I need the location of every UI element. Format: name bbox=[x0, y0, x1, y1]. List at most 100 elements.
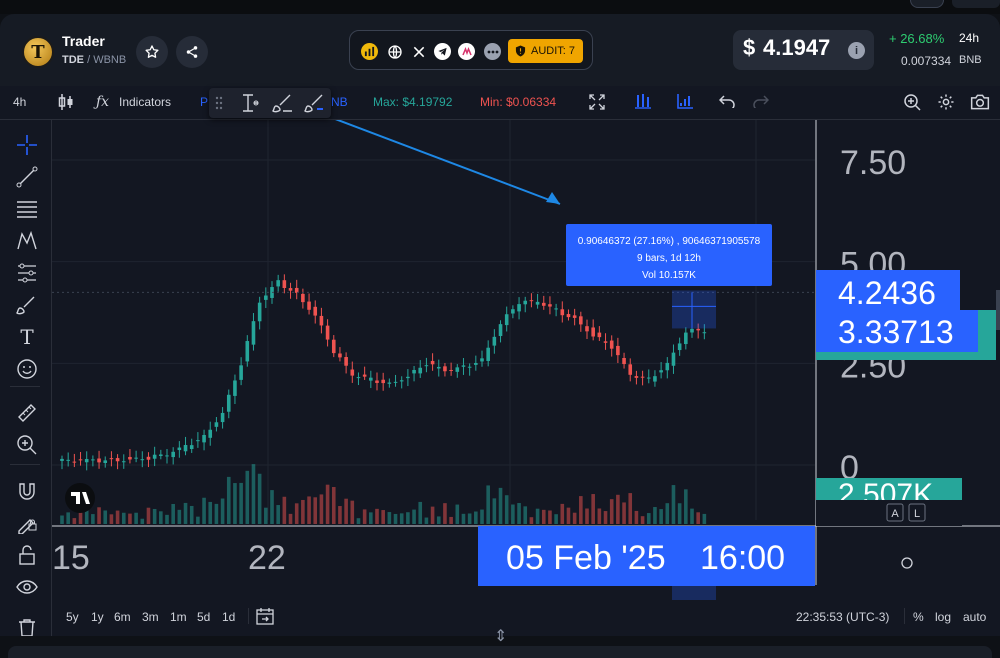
volume-bar bbox=[671, 485, 676, 524]
emoji-icon[interactable] bbox=[16, 358, 38, 380]
candle bbox=[665, 362, 670, 371]
indicators-button[interactable]: Indicators bbox=[119, 95, 171, 109]
auto-toggle[interactable]: auto bbox=[963, 610, 986, 624]
zoom-in-icon[interactable] bbox=[16, 434, 38, 456]
range-5y[interactable]: 5y bbox=[66, 610, 79, 624]
candle bbox=[189, 445, 194, 450]
scale-l-button-label: L bbox=[914, 508, 920, 520]
volume-bar bbox=[146, 507, 151, 524]
candle bbox=[591, 327, 595, 337]
range-1m[interactable]: 1m bbox=[170, 610, 187, 624]
telegram-icon[interactable] bbox=[434, 43, 451, 60]
candle bbox=[585, 326, 589, 332]
candle bbox=[461, 365, 466, 367]
favorite-button[interactable] bbox=[136, 36, 168, 68]
candle bbox=[313, 306, 318, 316]
range-1d[interactable]: 1d bbox=[222, 610, 235, 624]
axis-settings-icon[interactable] bbox=[901, 557, 913, 569]
share-button[interactable] bbox=[176, 36, 208, 68]
candle bbox=[616, 345, 620, 356]
candle bbox=[436, 366, 441, 369]
ruler-icon[interactable] bbox=[16, 402, 38, 424]
candle-type-icon[interactable] bbox=[58, 93, 74, 114]
lock-drawing-icon[interactable] bbox=[16, 512, 38, 534]
dex-icon[interactable] bbox=[458, 43, 475, 60]
volume-bar bbox=[449, 516, 453, 524]
replay-icon[interactable] bbox=[903, 93, 921, 114]
volume-bar bbox=[202, 497, 206, 524]
redo-icon[interactable] bbox=[753, 94, 770, 111]
camera-icon[interactable] bbox=[970, 93, 990, 114]
chart-style-icon[interactable] bbox=[634, 93, 652, 112]
volume-bar bbox=[78, 512, 83, 524]
info-icon[interactable]: i bbox=[848, 42, 865, 59]
log-toggle[interactable]: log bbox=[935, 610, 951, 624]
website-icon[interactable] bbox=[386, 43, 403, 60]
candle bbox=[684, 332, 688, 345]
volume-bar bbox=[233, 483, 237, 524]
date-range-icon[interactable] bbox=[256, 607, 274, 628]
pattern-icon[interactable] bbox=[16, 230, 38, 252]
drawing-toolbar: T bbox=[0, 120, 52, 636]
candle bbox=[264, 295, 268, 300]
indicators-icon[interactable]: ƒx bbox=[96, 94, 109, 110]
volume-bar bbox=[66, 512, 70, 524]
candle bbox=[338, 353, 342, 358]
volume-bar bbox=[214, 503, 219, 524]
candle bbox=[245, 341, 250, 362]
volume-bar bbox=[103, 510, 108, 524]
trash-icon[interactable] bbox=[16, 616, 38, 638]
compare-icon[interactable] bbox=[676, 93, 694, 112]
symbol-partial-right: NB bbox=[331, 95, 348, 109]
volume-bar bbox=[196, 516, 200, 524]
highlighter-icon[interactable] bbox=[303, 93, 325, 118]
volume-bar bbox=[486, 485, 490, 524]
text-cursor-icon[interactable] bbox=[237, 93, 259, 118]
lock-icon[interactable] bbox=[16, 544, 38, 566]
undo-icon[interactable] bbox=[718, 94, 735, 111]
volume-bar bbox=[177, 509, 182, 524]
candle bbox=[251, 321, 256, 345]
text-tool-icon[interactable]: T bbox=[16, 325, 38, 349]
brush-tool-icon[interactable] bbox=[271, 93, 293, 118]
percent-toggle[interactable]: % bbox=[913, 610, 924, 624]
drag-handle-icon[interactable] bbox=[215, 95, 223, 116]
brush-icon[interactable] bbox=[16, 294, 38, 316]
x-twitter-icon[interactable] bbox=[410, 43, 427, 60]
bottom-panel bbox=[8, 646, 992, 658]
account-badge[interactable] bbox=[910, 0, 944, 8]
magnet-icon[interactable] bbox=[16, 480, 38, 502]
interval-selector[interactable]: 4h bbox=[13, 95, 26, 109]
price-chart[interactable]: 7.505.002.50015 22 0.90646372 (27.16%) , … bbox=[52, 120, 1000, 600]
eye-icon[interactable] bbox=[16, 576, 38, 598]
volume-bar bbox=[418, 501, 423, 524]
fullscreen-icon[interactable] bbox=[589, 94, 605, 113]
resize-handle-icon[interactable]: ⇕ bbox=[494, 626, 507, 646]
candle bbox=[196, 440, 200, 442]
range-6m[interactable]: 6m bbox=[114, 610, 131, 624]
candle bbox=[480, 358, 484, 362]
trendline-icon[interactable] bbox=[16, 166, 38, 188]
range-bar: 5y 1y 6m 3m 1m 5d 1d 22:35:53 (UTC-3) % … bbox=[52, 600, 1000, 636]
volume-bar bbox=[653, 507, 657, 524]
volume-bar bbox=[591, 494, 595, 524]
bscscan-icon[interactable] bbox=[361, 43, 378, 60]
forecast-icon[interactable] bbox=[16, 262, 38, 284]
more-links-icon[interactable] bbox=[484, 43, 501, 60]
volume-bar bbox=[152, 508, 157, 524]
volume-bar bbox=[579, 496, 583, 524]
drawn-arrow-line[interactable] bbox=[322, 120, 561, 205]
range-1y[interactable]: 1y bbox=[91, 610, 104, 624]
volume-bar bbox=[362, 509, 367, 524]
change-period: 24h bbox=[959, 31, 980, 45]
fib-icon[interactable] bbox=[16, 198, 38, 220]
crosshair-icon[interactable] bbox=[16, 134, 38, 156]
volume-bar bbox=[301, 499, 305, 524]
audit-badge[interactable]: AUDIT: 7 bbox=[508, 39, 583, 63]
scrollbar-nub bbox=[996, 290, 1000, 330]
range-5d[interactable]: 5d bbox=[197, 610, 210, 624]
range-3m[interactable]: 3m bbox=[142, 610, 159, 624]
volume-bar bbox=[91, 514, 95, 524]
candle bbox=[517, 304, 521, 312]
settings-icon[interactable] bbox=[937, 93, 955, 114]
